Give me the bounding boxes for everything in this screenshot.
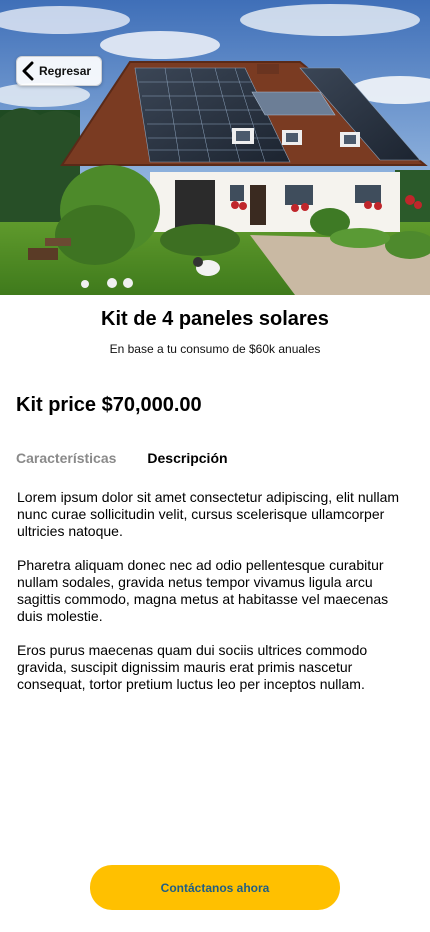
hero-image xyxy=(0,0,430,295)
chevron-left-icon xyxy=(22,61,34,81)
description-panel: Lorem ipsum dolor sit amet consectetur a… xyxy=(17,489,417,710)
product-subtitle: En base a tu consumo de $60k anuales xyxy=(109,342,321,356)
kit-price: Kit price $70,000.00 xyxy=(16,394,202,416)
product-title: Kit de 4 paneles solares xyxy=(101,308,329,330)
tab-caracteristicas[interactable]: Características xyxy=(16,450,116,466)
description-paragraph: Pharetra aliquam donec nec ad odio pelle… xyxy=(17,557,389,624)
tab-descripcion[interactable]: Descripción xyxy=(147,450,227,466)
back-button-label: Regresar xyxy=(39,64,92,78)
description-paragraph: Lorem ipsum dolor sit amet consectetur a… xyxy=(17,489,400,539)
description-paragraph: Eros purus maecenas quam dui sociis ultr… xyxy=(17,642,368,692)
back-button[interactable]: Regresar xyxy=(16,56,102,86)
tab-bar: Características Descripción xyxy=(16,450,228,466)
house-with-solar-panels-image xyxy=(0,0,430,295)
contact-now-button[interactable]: Contáctanos ahora xyxy=(90,865,340,910)
